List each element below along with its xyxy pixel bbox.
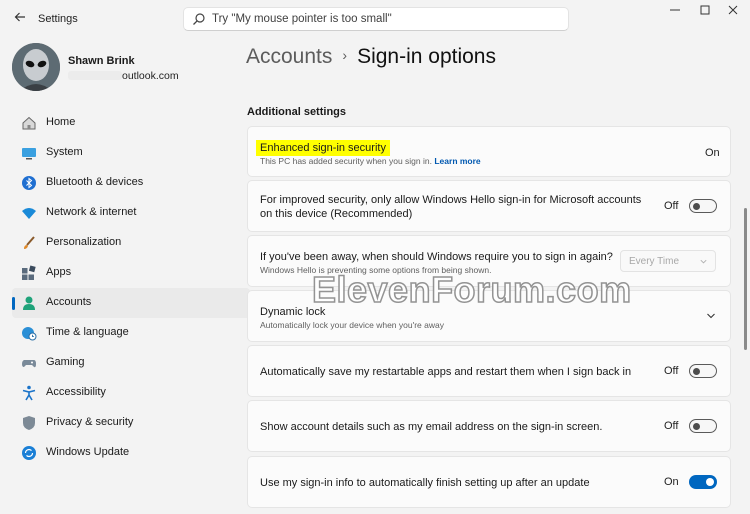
- back-arrow-icon[interactable]: [11, 10, 29, 28]
- search-box[interactable]: [183, 7, 569, 31]
- hello-only-card: For improved security, only allow Window…: [247, 180, 731, 232]
- signin-info-toggle[interactable]: [689, 475, 717, 489]
- account-details-state: Off: [664, 420, 679, 432]
- enhanced-signin-subtitle: This PC has added security when you sign…: [260, 156, 432, 166]
- close-icon[interactable]: [718, 2, 748, 22]
- search-icon: [193, 13, 205, 25]
- watermark: ElevenForum.com: [311, 268, 632, 311]
- update-icon: [22, 446, 36, 460]
- accessibility-icon: [22, 385, 36, 401]
- hello-only-toggle[interactable]: [689, 199, 717, 213]
- hello-only-state: Off: [664, 200, 679, 212]
- chevron-down-icon[interactable]: [706, 311, 716, 321]
- email-redaction: [68, 71, 122, 80]
- require-signin-title: If you've been away, when should Windows…: [260, 251, 613, 263]
- apps-icon: [22, 265, 36, 280]
- restart-apps-title: Automatically save my restartable apps a…: [260, 366, 632, 378]
- signin-info-title: Use my sign-in info to automatically fin…: [260, 477, 590, 489]
- globe-clock-icon: [22, 327, 37, 341]
- sidebar-item-accessibility[interactable]: Accessibility: [12, 378, 250, 408]
- sidebar-item-apps[interactable]: Apps: [12, 258, 250, 288]
- chevron-down-icon: [700, 259, 707, 264]
- account-details-card: Show account details such as my email ad…: [247, 400, 731, 452]
- hello-only-title: For improved security, only allow Window…: [260, 194, 642, 220]
- sidebar-item-system[interactable]: System: [12, 138, 250, 168]
- enhanced-signin-state: On: [705, 147, 720, 159]
- wifi-icon: [22, 208, 36, 219]
- title-bar: Settings: [0, 0, 750, 38]
- enhanced-signin-card: Enhanced sign-in security This PC has ad…: [247, 126, 731, 177]
- gamepad-icon: [22, 360, 36, 368]
- sidebar-item-time-language[interactable]: Time & language: [12, 318, 250, 348]
- user-name: Shawn Brink: [68, 55, 135, 67]
- accounts-icon: [23, 296, 35, 310]
- account-details-toggle[interactable]: [689, 419, 717, 433]
- sidebar-nav: Home System Bluetooth & devices Network …: [12, 108, 250, 468]
- sidebar-item-personalization[interactable]: Personalization: [12, 228, 250, 258]
- sidebar-item-network[interactable]: Network & internet: [12, 198, 250, 228]
- restart-apps-card: Automatically save my restartable apps a…: [247, 345, 731, 397]
- enhanced-signin-title: Enhanced sign-in security: [256, 140, 390, 156]
- brush-icon: [24, 236, 35, 249]
- user-email: outlook.com: [68, 70, 179, 82]
- dropdown-value: Every Time: [629, 256, 680, 267]
- active-indicator: [12, 297, 15, 310]
- page-title: Sign-in options: [357, 45, 496, 68]
- signin-info-state: On: [664, 476, 679, 488]
- shield-icon: [23, 416, 35, 430]
- require-signin-dropdown[interactable]: Every Time: [620, 250, 716, 272]
- sidebar-item-accounts[interactable]: Accounts: [12, 288, 250, 318]
- sidebar-item-bluetooth[interactable]: Bluetooth & devices: [12, 168, 250, 198]
- avatar: [12, 43, 60, 91]
- section-heading: Additional settings: [247, 106, 346, 118]
- dynamic-lock-subtitle: Automatically lock your device when you'…: [260, 320, 444, 330]
- bluetooth-icon: [22, 176, 36, 190]
- minimize-icon[interactable]: [660, 2, 690, 22]
- maximize-icon[interactable]: [690, 2, 720, 22]
- app-title: Settings: [38, 13, 78, 25]
- sidebar-item-windows-update[interactable]: Windows Update: [12, 438, 250, 468]
- breadcrumb-parent[interactable]: Accounts: [246, 45, 332, 68]
- signin-info-card: Use my sign-in info to automatically fin…: [247, 456, 731, 508]
- user-email-domain: outlook.com: [122, 70, 179, 82]
- restart-apps-toggle[interactable]: [689, 364, 717, 378]
- system-icon: [22, 148, 36, 160]
- breadcrumb-separator: ›: [342, 47, 348, 63]
- learn-more-link[interactable]: Learn more: [434, 156, 480, 166]
- scrollbar[interactable]: [744, 208, 747, 350]
- restart-apps-state: Off: [664, 365, 679, 377]
- sidebar-item-gaming[interactable]: Gaming: [12, 348, 250, 378]
- account-details-title: Show account details such as my email ad…: [260, 421, 603, 433]
- home-icon: [22, 116, 36, 130]
- sidebar-item-privacy[interactable]: Privacy & security: [12, 408, 250, 438]
- breadcrumb: Accounts › Sign-in options: [246, 45, 496, 69]
- sidebar-item-home[interactable]: Home: [12, 108, 250, 138]
- search-input[interactable]: [210, 10, 554, 28]
